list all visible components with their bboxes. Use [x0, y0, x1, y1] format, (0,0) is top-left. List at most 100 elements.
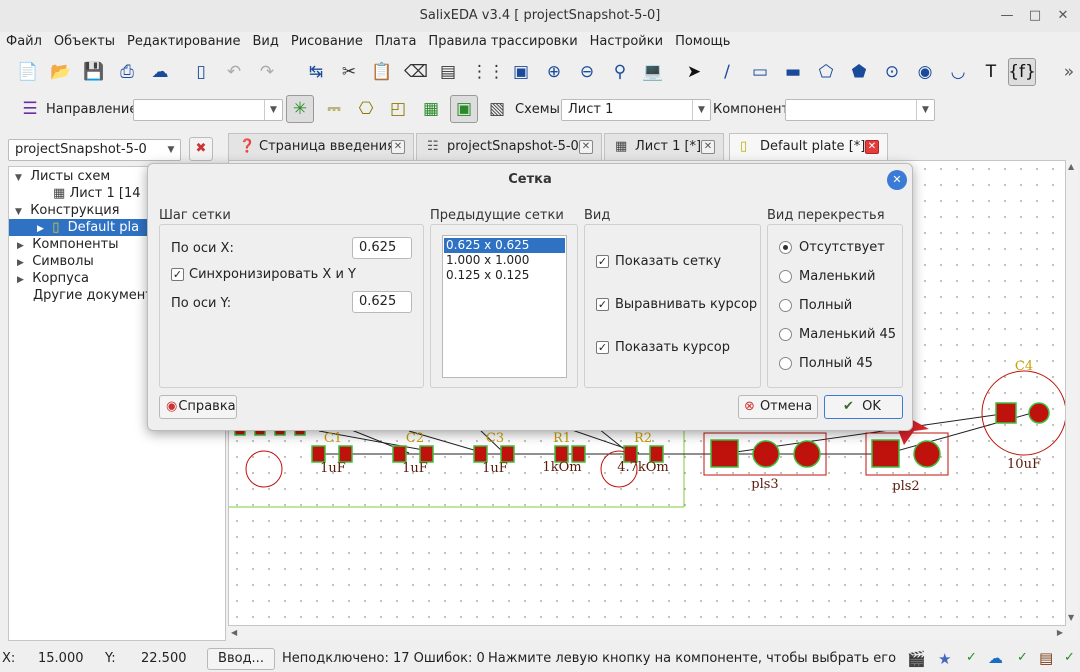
- record-icon[interactable]: 🎬: [907, 650, 926, 668]
- select-cursor-icon[interactable]: ➤: [680, 58, 708, 86]
- save-icon[interactable]: 💾: [80, 58, 108, 86]
- chip-selected-icon[interactable]: ▣: [450, 95, 478, 123]
- cancel-button[interactable]: ⊗ Отмена: [738, 395, 818, 419]
- tree-item-components[interactable]: ▶ Компоненты: [17, 236, 118, 253]
- chip-icon[interactable]: ▦: [417, 95, 445, 123]
- tree-item-other-docs[interactable]: Другие документ: [33, 287, 153, 304]
- list-item[interactable]: 0.125 x 0.125: [444, 268, 529, 283]
- tree-item-symbols[interactable]: ▶ Символы: [17, 253, 94, 270]
- schematic-icon[interactable]: ▧: [483, 95, 511, 123]
- menu-settings[interactable]: Настройки: [584, 32, 669, 51]
- direction-combo[interactable]: ▼: [133, 99, 283, 121]
- snap-icon[interactable]: ✳: [286, 95, 314, 123]
- menu-routing-rules[interactable]: Правила трассировки: [422, 32, 583, 51]
- tree-item-construction[interactable]: ▼ Конструкция: [15, 202, 120, 219]
- monitor-icon[interactable]: 💻: [639, 58, 667, 86]
- list-item[interactable]: 0.625 x 0.625: [444, 238, 565, 253]
- menu-view[interactable]: Вид: [247, 32, 285, 51]
- zoom-window-icon[interactable]: ⚲: [606, 58, 634, 86]
- menu-file[interactable]: Файл: [0, 32, 48, 51]
- tab-intro[interactable]: ❓ Страница введения ✕: [228, 133, 414, 160]
- archive-icon[interactable]: ▤: [1039, 649, 1053, 667]
- crosshair-full-radio[interactable]: [779, 299, 792, 312]
- filled-polygon-icon[interactable]: ⬟: [845, 58, 873, 86]
- tree-item-sheet1[interactable]: ▦ Лист 1 [14: [53, 185, 141, 202]
- polygon-icon[interactable]: ⬠: [812, 58, 840, 86]
- redo-icon[interactable]: ↷: [253, 58, 281, 86]
- ok-button[interactable]: ✔ OK: [824, 395, 903, 419]
- input-button[interactable]: Ввод...: [207, 648, 275, 670]
- align-cursor-checkbox[interactable]: ✓: [596, 298, 609, 311]
- project-combo[interactable]: projectSnapshot-5-0 ▼: [8, 139, 181, 161]
- pad-top-icon[interactable]: ⎓: [320, 95, 348, 123]
- horizontal-scrollbar[interactable]: ◀ ▶: [228, 626, 1066, 640]
- tab-default-plate[interactable]: ▯ Default plate [*] ✕: [729, 133, 888, 160]
- crosshair-none-radio[interactable]: [779, 241, 792, 254]
- close-icon[interactable]: ✕: [701, 140, 715, 154]
- menu-edit[interactable]: Редактирование: [121, 32, 246, 51]
- x-axis-input[interactable]: 0.625: [352, 237, 412, 259]
- y-axis-input[interactable]: 0.625: [352, 291, 412, 313]
- zoom-out-icon[interactable]: ⊖: [573, 58, 601, 86]
- menu-board[interactable]: Плата: [369, 32, 423, 51]
- cloud-icon[interactable]: ☁: [146, 58, 174, 86]
- cut-icon[interactable]: ✂: [335, 58, 363, 86]
- layers-icon[interactable]: ☰: [16, 95, 44, 123]
- menu-objects[interactable]: Объекты: [48, 32, 121, 51]
- crosshair-small-radio[interactable]: [779, 270, 792, 283]
- rectangle-icon[interactable]: ▭: [746, 58, 774, 86]
- print-icon[interactable]: ⎙: [113, 58, 141, 86]
- close-icon[interactable]: ✕: [579, 140, 593, 154]
- crosshair-small45-radio[interactable]: [779, 328, 792, 341]
- tab-project[interactable]: ☷ projectSnapshot-5-0 ✕: [416, 133, 602, 160]
- text-icon[interactable]: T: [977, 58, 1005, 86]
- maximize-icon[interactable]: □: [1027, 8, 1043, 24]
- show-grid-checkbox[interactable]: ✓: [596, 255, 609, 268]
- close-icon[interactable]: ✕: [887, 170, 907, 190]
- filled-rect-icon[interactable]: ▬: [779, 58, 807, 86]
- show-cursor-checkbox[interactable]: ✓: [596, 341, 609, 354]
- vertical-scrollbar[interactable]: ▲ ▼: [1066, 160, 1078, 640]
- minimize-icon[interactable]: —: [999, 8, 1015, 24]
- close-project-icon[interactable]: ✖: [189, 137, 213, 161]
- toolbar-more-icon[interactable]: »: [1062, 58, 1076, 86]
- globe-icon[interactable]: ★: [938, 650, 951, 668]
- undo-icon[interactable]: ↶: [220, 58, 248, 86]
- tab-sheet1[interactable]: ▦ Лист 1 [*] ✕: [604, 133, 724, 160]
- tree-item-packages[interactable]: ▶ Корпуса: [17, 270, 89, 287]
- value-c4: 10uF: [1007, 457, 1041, 472]
- help-button[interactable]: ◉ Справка: [159, 395, 237, 419]
- list-item[interactable]: 1.000 x 1.000: [444, 253, 529, 268]
- sync-xy-checkbox[interactable]: ✓: [171, 268, 184, 281]
- close-window-icon[interactable]: ✕: [1055, 8, 1071, 24]
- pad-both-icon[interactable]: ◰: [384, 95, 412, 123]
- cloud-status-icon[interactable]: ☁: [988, 649, 1003, 667]
- close-icon[interactable]: ✕: [865, 140, 879, 154]
- field-icon[interactable]: {f}: [1008, 58, 1036, 86]
- crosshair-full-label: Полный: [799, 298, 853, 313]
- crosshair-full45-radio[interactable]: [779, 357, 792, 370]
- tree-item-schematics[interactable]: ▼ Листы схем: [15, 168, 110, 185]
- menu-help[interactable]: Помощь: [669, 32, 736, 51]
- zoom-fit-icon[interactable]: ▣: [507, 58, 535, 86]
- properties-icon[interactable]: ▤: [434, 58, 462, 86]
- arc-icon[interactable]: ◡: [944, 58, 972, 86]
- filled-circle-icon[interactable]: ◉: [911, 58, 939, 86]
- schemes-combo[interactable]: Лист 1 ▼: [561, 99, 711, 121]
- circle-icon[interactable]: ⊙: [878, 58, 906, 86]
- previous-grids-list[interactable]: 0.625 x 0.625 1.000 x 1.000 0.125 x 0.12…: [442, 235, 567, 378]
- mirror-icon[interactable]: ↹: [302, 58, 330, 86]
- menu-draw[interactable]: Рисование: [285, 32, 369, 51]
- eraser-icon[interactable]: ⌫: [402, 58, 430, 86]
- grid-icon[interactable]: ⋮⋮: [471, 58, 505, 86]
- open-file-icon[interactable]: 📂: [47, 58, 75, 86]
- component-combo[interactable]: ▼: [785, 99, 935, 121]
- close-icon[interactable]: ✕: [391, 140, 405, 154]
- page-icon[interactable]: ▯: [187, 58, 215, 86]
- new-file-icon[interactable]: 📄: [14, 58, 42, 86]
- line-icon[interactable]: ∕: [713, 58, 741, 86]
- pad-bottom-icon[interactable]: ⎔: [352, 95, 380, 123]
- crosshair-full45-label: Полный 45: [799, 356, 873, 371]
- zoom-in-icon[interactable]: ⊕: [540, 58, 568, 86]
- paste-icon[interactable]: 📋: [368, 58, 396, 86]
